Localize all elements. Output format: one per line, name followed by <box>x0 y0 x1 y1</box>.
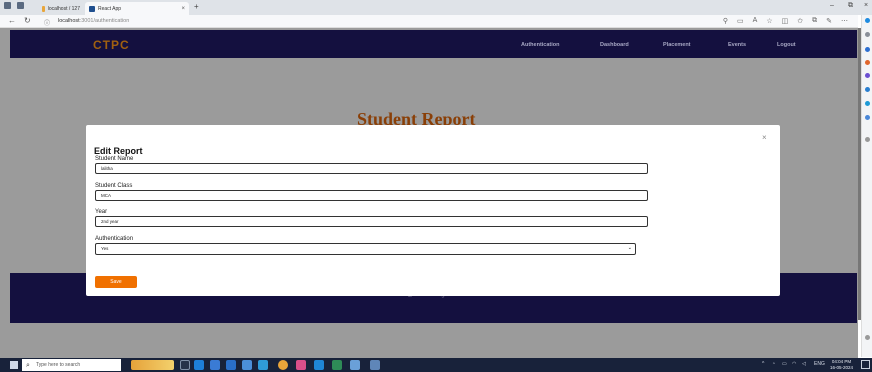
network-icon[interactable]: ◔ <box>772 361 775 367</box>
copilot-icon[interactable] <box>865 18 870 23</box>
save-button[interactable]: Save <box>95 276 137 288</box>
collections-icon[interactable]: ⧉ <box>812 17 817 25</box>
file-explorer-icon[interactable] <box>210 360 220 370</box>
search-sidebar-icon[interactable] <box>865 32 870 37</box>
outlook-icon[interactable] <box>865 101 870 106</box>
student-class-label: Student Class <box>95 183 133 189</box>
weather-widget-icon[interactable] <box>131 360 174 370</box>
edit-report-modal: × Edit Report Student Name lalitha Stude… <box>86 125 780 296</box>
favorite-icon[interactable]: ☆ <box>766 17 772 25</box>
edge-icon[interactable] <box>194 360 204 370</box>
browser-tab-bar: localhost / 127.0.0.1 / placemen React A… <box>0 0 872 15</box>
authentication-select-value: Yes <box>101 246 109 251</box>
nav-dashboard[interactable]: Dashboard <box>600 42 629 48</box>
photos-icon[interactable] <box>258 360 268 370</box>
nav-events[interactable]: Events <box>728 42 746 48</box>
vscode-icon[interactable] <box>314 360 324 370</box>
profile-icon[interactable] <box>4 2 11 9</box>
tray-chevron-icon[interactable]: ^ <box>762 361 764 367</box>
read-aloud-icon[interactable]: A <box>753 17 758 25</box>
nav-authentication[interactable]: Authentication <box>521 42 560 48</box>
shopping-icon[interactable] <box>865 47 870 52</box>
react-favicon-icon <box>89 5 95 12</box>
taskbar-search-input[interactable]: ⌕ Type here to search <box>22 359 121 371</box>
search-placeholder: Type here to search <box>36 362 81 368</box>
url-field[interactable]: localhost:3001/authentication <box>58 18 129 24</box>
extensions-icon[interactable]: ✎ <box>826 17 832 25</box>
restore-icon[interactable]: ⧉ <box>848 2 853 10</box>
add-sidebar-icon[interactable] <box>865 137 870 142</box>
tab-close-icon[interactable]: × <box>181 6 185 12</box>
app-icon-gray[interactable] <box>370 360 380 370</box>
refresh-icon[interactable]: ↻ <box>24 16 31 25</box>
notification-icon[interactable] <box>861 360 870 369</box>
tab-actions-icon[interactable] <box>17 2 24 9</box>
tab-phpmyadmin[interactable]: localhost / 127.0.0.1 / placemen <box>38 2 84 15</box>
browser-toolbar: ⚲ ▭ A ☆ ◫ ✩ ⧉ ✎ ⋯ <box>723 17 848 25</box>
favorites-icon[interactable]: ✩ <box>797 17 803 25</box>
app-icon-blue[interactable] <box>350 360 360 370</box>
terminal-icon[interactable] <box>332 360 342 370</box>
split-screen-icon[interactable]: ◫ <box>782 17 789 25</box>
mail-icon[interactable] <box>226 360 236 370</box>
clock-date: 16-05-2024 <box>830 365 854 370</box>
tab-label: localhost / 127.0.0.1 / placemen <box>47 5 80 12</box>
year-label: Year <box>95 209 108 215</box>
student-name-input[interactable]: lalitha <box>95 163 648 174</box>
chrome-icon[interactable] <box>278 360 288 370</box>
minimize-icon[interactable]: – <box>830 2 834 9</box>
store-icon[interactable] <box>242 360 252 370</box>
app-icon-pink[interactable] <box>296 360 306 370</box>
windows-start-icon[interactable] <box>10 361 18 369</box>
games-icon[interactable] <box>865 73 870 78</box>
address-bar: ← ↻ ⓘ localhost:3001/authentication ⚲ ▭ … <box>0 15 858 28</box>
taskbar: ⌕ Type here to search ^ ◔ ▭ ◠ ◁ ENG 04:0… <box>0 358 872 372</box>
wifi-icon[interactable]: ◠ <box>792 361 796 367</box>
authentication-label: Authentication <box>95 236 134 242</box>
tab-react-app[interactable]: React App × <box>85 2 189 15</box>
key-icon[interactable]: ⚲ <box>723 17 728 25</box>
authentication-select[interactable]: Yes ⌄ <box>95 243 636 255</box>
year-input[interactable]: 2nd year <box>95 216 648 227</box>
browser-sidebar <box>861 15 872 357</box>
chevron-down-icon: ⌄ <box>627 245 632 251</box>
student-name-label: Student Name <box>95 156 134 162</box>
navbar: CTPC Authentication Dashboard Placement … <box>10 30 857 58</box>
window-system-icons <box>4 2 24 9</box>
tab-label: React App <box>98 5 122 12</box>
modal-title: Edit Report <box>94 146 143 156</box>
brand-logo[interactable]: CTPC <box>93 38 130 52</box>
back-icon[interactable]: ← <box>8 16 16 25</box>
office-icon[interactable] <box>865 87 870 92</box>
volume-icon[interactable]: ◁ <box>802 361 806 367</box>
new-tab-icon[interactable]: + <box>194 2 199 11</box>
clock[interactable]: 04:04 PM 16-05-2024 <box>830 359 853 371</box>
close-icon[interactable]: × <box>762 133 767 142</box>
phpmyadmin-favicon-icon <box>42 5 45 12</box>
nav-placement[interactable]: Placement <box>663 42 691 48</box>
battery-icon[interactable]: ▭ <box>782 361 787 367</box>
reader-icon[interactable]: ▭ <box>737 17 744 25</box>
student-class-input[interactable]: MCA <box>95 190 648 201</box>
task-view-icon[interactable] <box>180 360 190 370</box>
sidebar-settings-icon[interactable] <box>865 335 870 340</box>
tools-icon[interactable] <box>865 60 870 65</box>
language-indicator[interactable]: ENG <box>814 361 825 367</box>
site-info-icon[interactable]: ⓘ <box>44 18 50 27</box>
telegram-icon[interactable] <box>865 115 870 120</box>
close-window-icon[interactable]: × <box>864 2 868 9</box>
nav-logout[interactable]: Logout <box>777 42 796 48</box>
more-icon[interactable]: ⋯ <box>841 17 848 25</box>
search-icon: ⌕ <box>26 362 30 369</box>
page-scrollbar[interactable] <box>858 28 861 320</box>
